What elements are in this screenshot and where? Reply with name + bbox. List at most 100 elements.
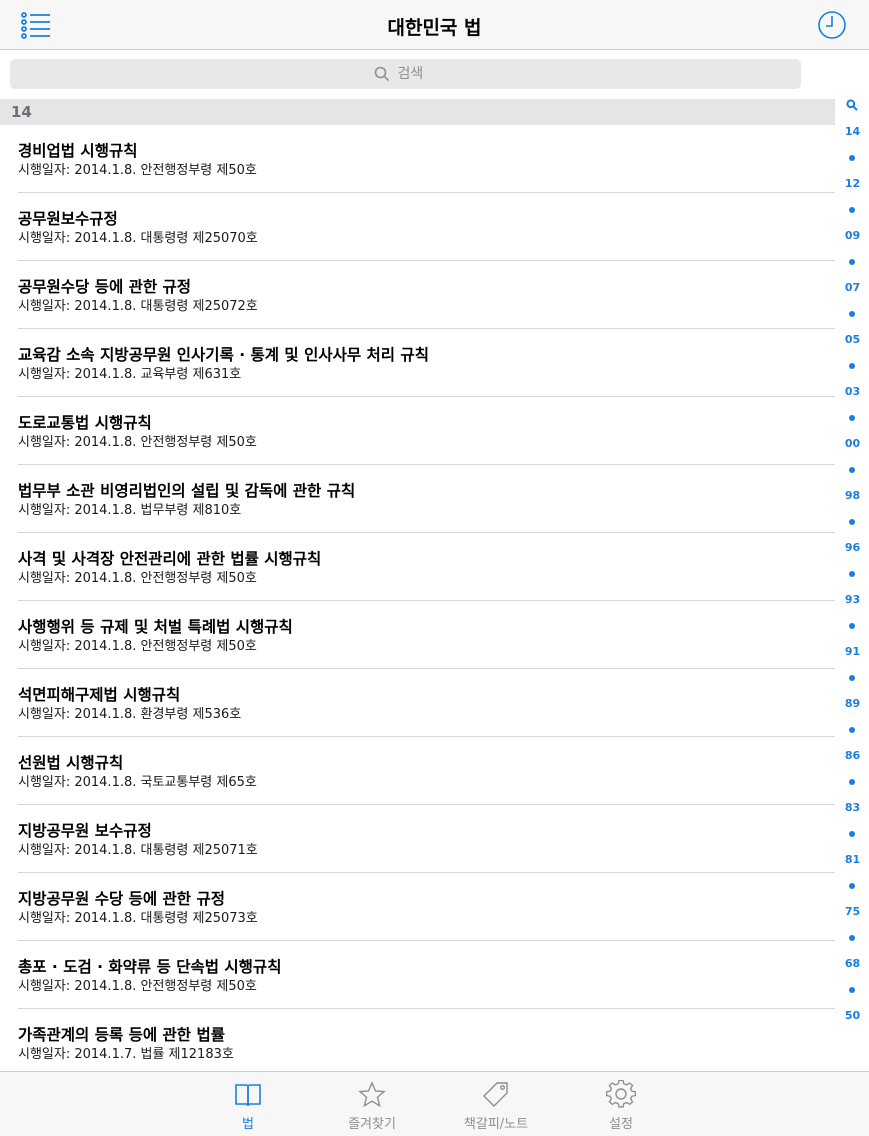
- index-dot: [849, 415, 855, 421]
- index-item-05[interactable]: 05: [836, 333, 869, 346]
- law-name: 법무부 소관 비영리법인의 설립 및 감독에 관한 규칙: [18, 482, 356, 500]
- index-dot: [849, 155, 855, 161]
- index-dot: [849, 727, 855, 733]
- law-list: 경비업법 시행규칙시행일자: 2014.1.8. 안전행정부령 제50호 공무원…: [0, 125, 835, 1071]
- list-item[interactable]: 경비업법 시행규칙시행일자: 2014.1.8. 안전행정부령 제50호: [0, 125, 835, 193]
- law-meta: 시행일자: 2014.1.8. 안전행정부령 제50호: [18, 979, 257, 994]
- tab-label: 설정: [609, 1117, 633, 1132]
- index-item-98[interactable]: 98: [836, 489, 869, 502]
- tab-bar: 법 즐겨찾기 책갈피/노트 설정: [0, 1071, 869, 1136]
- law-name: 사행행위 등 규제 및 처벌 특례법 시행규칙: [18, 618, 293, 636]
- index-dot: [849, 623, 855, 629]
- list-item[interactable]: 법무부 소관 비영리법인의 설립 및 감독에 관한 규칙시행일자: 2014.1…: [0, 465, 835, 533]
- search-icon: [374, 66, 389, 82]
- index-dot: [849, 259, 855, 265]
- law-meta: 시행일자: 2014.1.8. 안전행정부령 제50호: [18, 435, 257, 450]
- law-meta: 시행일자: 2014.1.8. 교육부령 제631호: [18, 367, 242, 382]
- index-item-14[interactable]: 14: [836, 125, 869, 138]
- list-item[interactable]: 총포 · 도검 · 화약류 등 단속법 시행규칙시행일자: 2014.1.8. …: [0, 941, 835, 1009]
- index-item-50[interactable]: 50: [836, 1009, 869, 1022]
- search-bar[interactable]: [10, 59, 801, 89]
- law-meta: 시행일자: 2014.1.8. 국토교통부령 제65호: [18, 775, 257, 790]
- history-button[interactable]: [816, 9, 848, 41]
- navigation-bar: 대한민국 법: [0, 0, 869, 50]
- list-item[interactable]: 석면피해구제법 시행규칙시행일자: 2014.1.8. 환경부령 제536호: [0, 669, 835, 737]
- index-item-09[interactable]: 09: [836, 229, 869, 242]
- law-name: 경비업법 시행규칙: [18, 142, 138, 160]
- law-name: 사격 및 사격장 안전관리에 관한 법률 시행규칙: [18, 550, 322, 568]
- index-dot: [849, 675, 855, 681]
- index-item-81[interactable]: 81: [836, 853, 869, 866]
- index-dot: [849, 883, 855, 889]
- law-name: 지방공무원 수당 등에 관한 규정: [18, 890, 225, 908]
- list-item[interactable]: 사격 및 사격장 안전관리에 관한 법률 시행규칙시행일자: 2014.1.8.…: [0, 533, 835, 601]
- index-dot: [849, 311, 855, 317]
- law-meta: 시행일자: 2014.1.8. 안전행정부령 제50호: [18, 571, 257, 586]
- book-icon: [235, 1084, 261, 1107]
- law-meta: 시행일자: 2014.1.8. 안전행정부령 제50호: [18, 163, 257, 178]
- index-dot: [849, 779, 855, 785]
- list-item[interactable]: 사행행위 등 규제 및 처벌 특례법 시행규칙시행일자: 2014.1.8. 안…: [0, 601, 835, 669]
- tab-label: 즐겨찾기: [348, 1117, 396, 1132]
- index-item-00[interactable]: 00: [836, 437, 869, 450]
- star-icon: [358, 1081, 386, 1108]
- tab-favorites[interactable]: 즐겨찾기: [317, 1080, 427, 1132]
- list-item[interactable]: 공무원수당 등에 관한 규정시행일자: 2014.1.8. 대통령령 제2507…: [0, 261, 835, 329]
- law-name: 도로교통법 시행규칙: [18, 414, 152, 432]
- index-dot: [849, 831, 855, 837]
- index-dot: [849, 987, 855, 993]
- law-name: 총포 · 도검 · 화약류 등 단속법 시행규칙: [18, 958, 282, 976]
- index-item-12[interactable]: 12: [836, 177, 869, 190]
- tab-bookmarks-notes[interactable]: 책갈피/노트: [441, 1080, 551, 1132]
- section-header: 14: [0, 99, 835, 125]
- law-meta: 시행일자: 2014.1.8. 법무부령 제810호: [18, 503, 242, 518]
- search-input[interactable]: [397, 66, 438, 82]
- list-item[interactable]: 교육감 소속 지방공무원 인사기록 · 통계 및 인사사무 처리 규칙 시행일자:…: [0, 329, 835, 397]
- tab-label: 법: [242, 1117, 254, 1132]
- law-name: 공무원보수규정: [18, 210, 118, 228]
- law-name: 선원법 시행규칙: [18, 754, 124, 772]
- law-name: 공무원수당 등에 관한 규정: [18, 278, 192, 296]
- section-index[interactable]: 14 12 09 07 05 03 00 98 96 93 91 89 86 83 81 75 68 50: [836, 97, 869, 1037]
- tab-laws[interactable]: 법: [193, 1080, 303, 1132]
- index-dot: [849, 363, 855, 369]
- search-bar-container: [0, 51, 869, 98]
- law-meta: 시행일자: 2014.1.8. 환경부령 제536호: [18, 707, 242, 722]
- index-item-86[interactable]: 86: [836, 749, 869, 762]
- page-title: 대한민국 법: [387, 17, 482, 39]
- index-item-93[interactable]: 93: [836, 593, 869, 606]
- index-dot: [849, 207, 855, 213]
- law-meta: 시행일자: 2014.1.8. 대통령령 제25073호: [18, 911, 258, 926]
- index-dot: [849, 935, 855, 941]
- law-name: 석면피해구제법 시행규칙: [18, 686, 181, 704]
- law-meta: 시행일자: 2014.1.8. 대통령령 제25072호: [18, 299, 258, 314]
- index-item-89[interactable]: 89: [836, 697, 869, 710]
- index-item-96[interactable]: 96: [836, 541, 869, 554]
- list-item[interactable]: 지방공무원 수당 등에 관한 규정시행일자: 2014.1.8. 대통령령 제2…: [0, 873, 835, 941]
- index-dot: [849, 467, 855, 473]
- index-item-75[interactable]: 75: [836, 905, 869, 918]
- index-item-91[interactable]: 91: [836, 645, 869, 658]
- tab-settings[interactable]: 설정: [566, 1080, 676, 1132]
- tag-icon: [483, 1082, 508, 1107]
- law-name: 지방공무원 보수규정: [18, 822, 152, 840]
- law-meta: 시행일자: 2014.1.8. 대통령령 제25071호: [18, 843, 258, 858]
- clock-icon: [818, 11, 846, 39]
- law-meta: 시행일자: 2014.1.7. 법률 제12183호: [18, 1047, 234, 1062]
- list-item[interactable]: 도로교통법 시행규칙시행일자: 2014.1.8. 안전행정부령 제50호: [0, 397, 835, 465]
- gear-icon: [606, 1080, 636, 1108]
- list-item[interactable]: 가족관계의 등록 등에 관한 법률시행일자: 2014.1.7. 법률 제121…: [0, 1009, 835, 1071]
- search-icon[interactable]: [846, 99, 858, 111]
- index-item-68[interactable]: 68: [836, 957, 869, 970]
- tab-label: 책갈피/노트: [463, 1117, 529, 1132]
- list-item[interactable]: 공무원보수규정시행일자: 2014.1.8. 대통령령 제25070호: [0, 193, 835, 261]
- list-item[interactable]: 선원법 시행규칙시행일자: 2014.1.8. 국토교통부령 제65호: [0, 737, 835, 805]
- index-dot: [849, 571, 855, 577]
- index-item-83[interactable]: 83: [836, 801, 869, 814]
- index-item-07[interactable]: 07: [836, 281, 869, 294]
- law-meta: 시행일자: 2014.1.8. 대통령령 제25070호: [18, 231, 258, 246]
- law-name: 가족관계의 등록 등에 관한 법률: [18, 1026, 225, 1044]
- index-item-03[interactable]: 03: [836, 385, 869, 398]
- list-item[interactable]: 지방공무원 보수규정시행일자: 2014.1.8. 대통령령 제25071호: [0, 805, 835, 873]
- law-meta: 시행일자: 2014.1.8. 안전행정부령 제50호: [18, 639, 257, 654]
